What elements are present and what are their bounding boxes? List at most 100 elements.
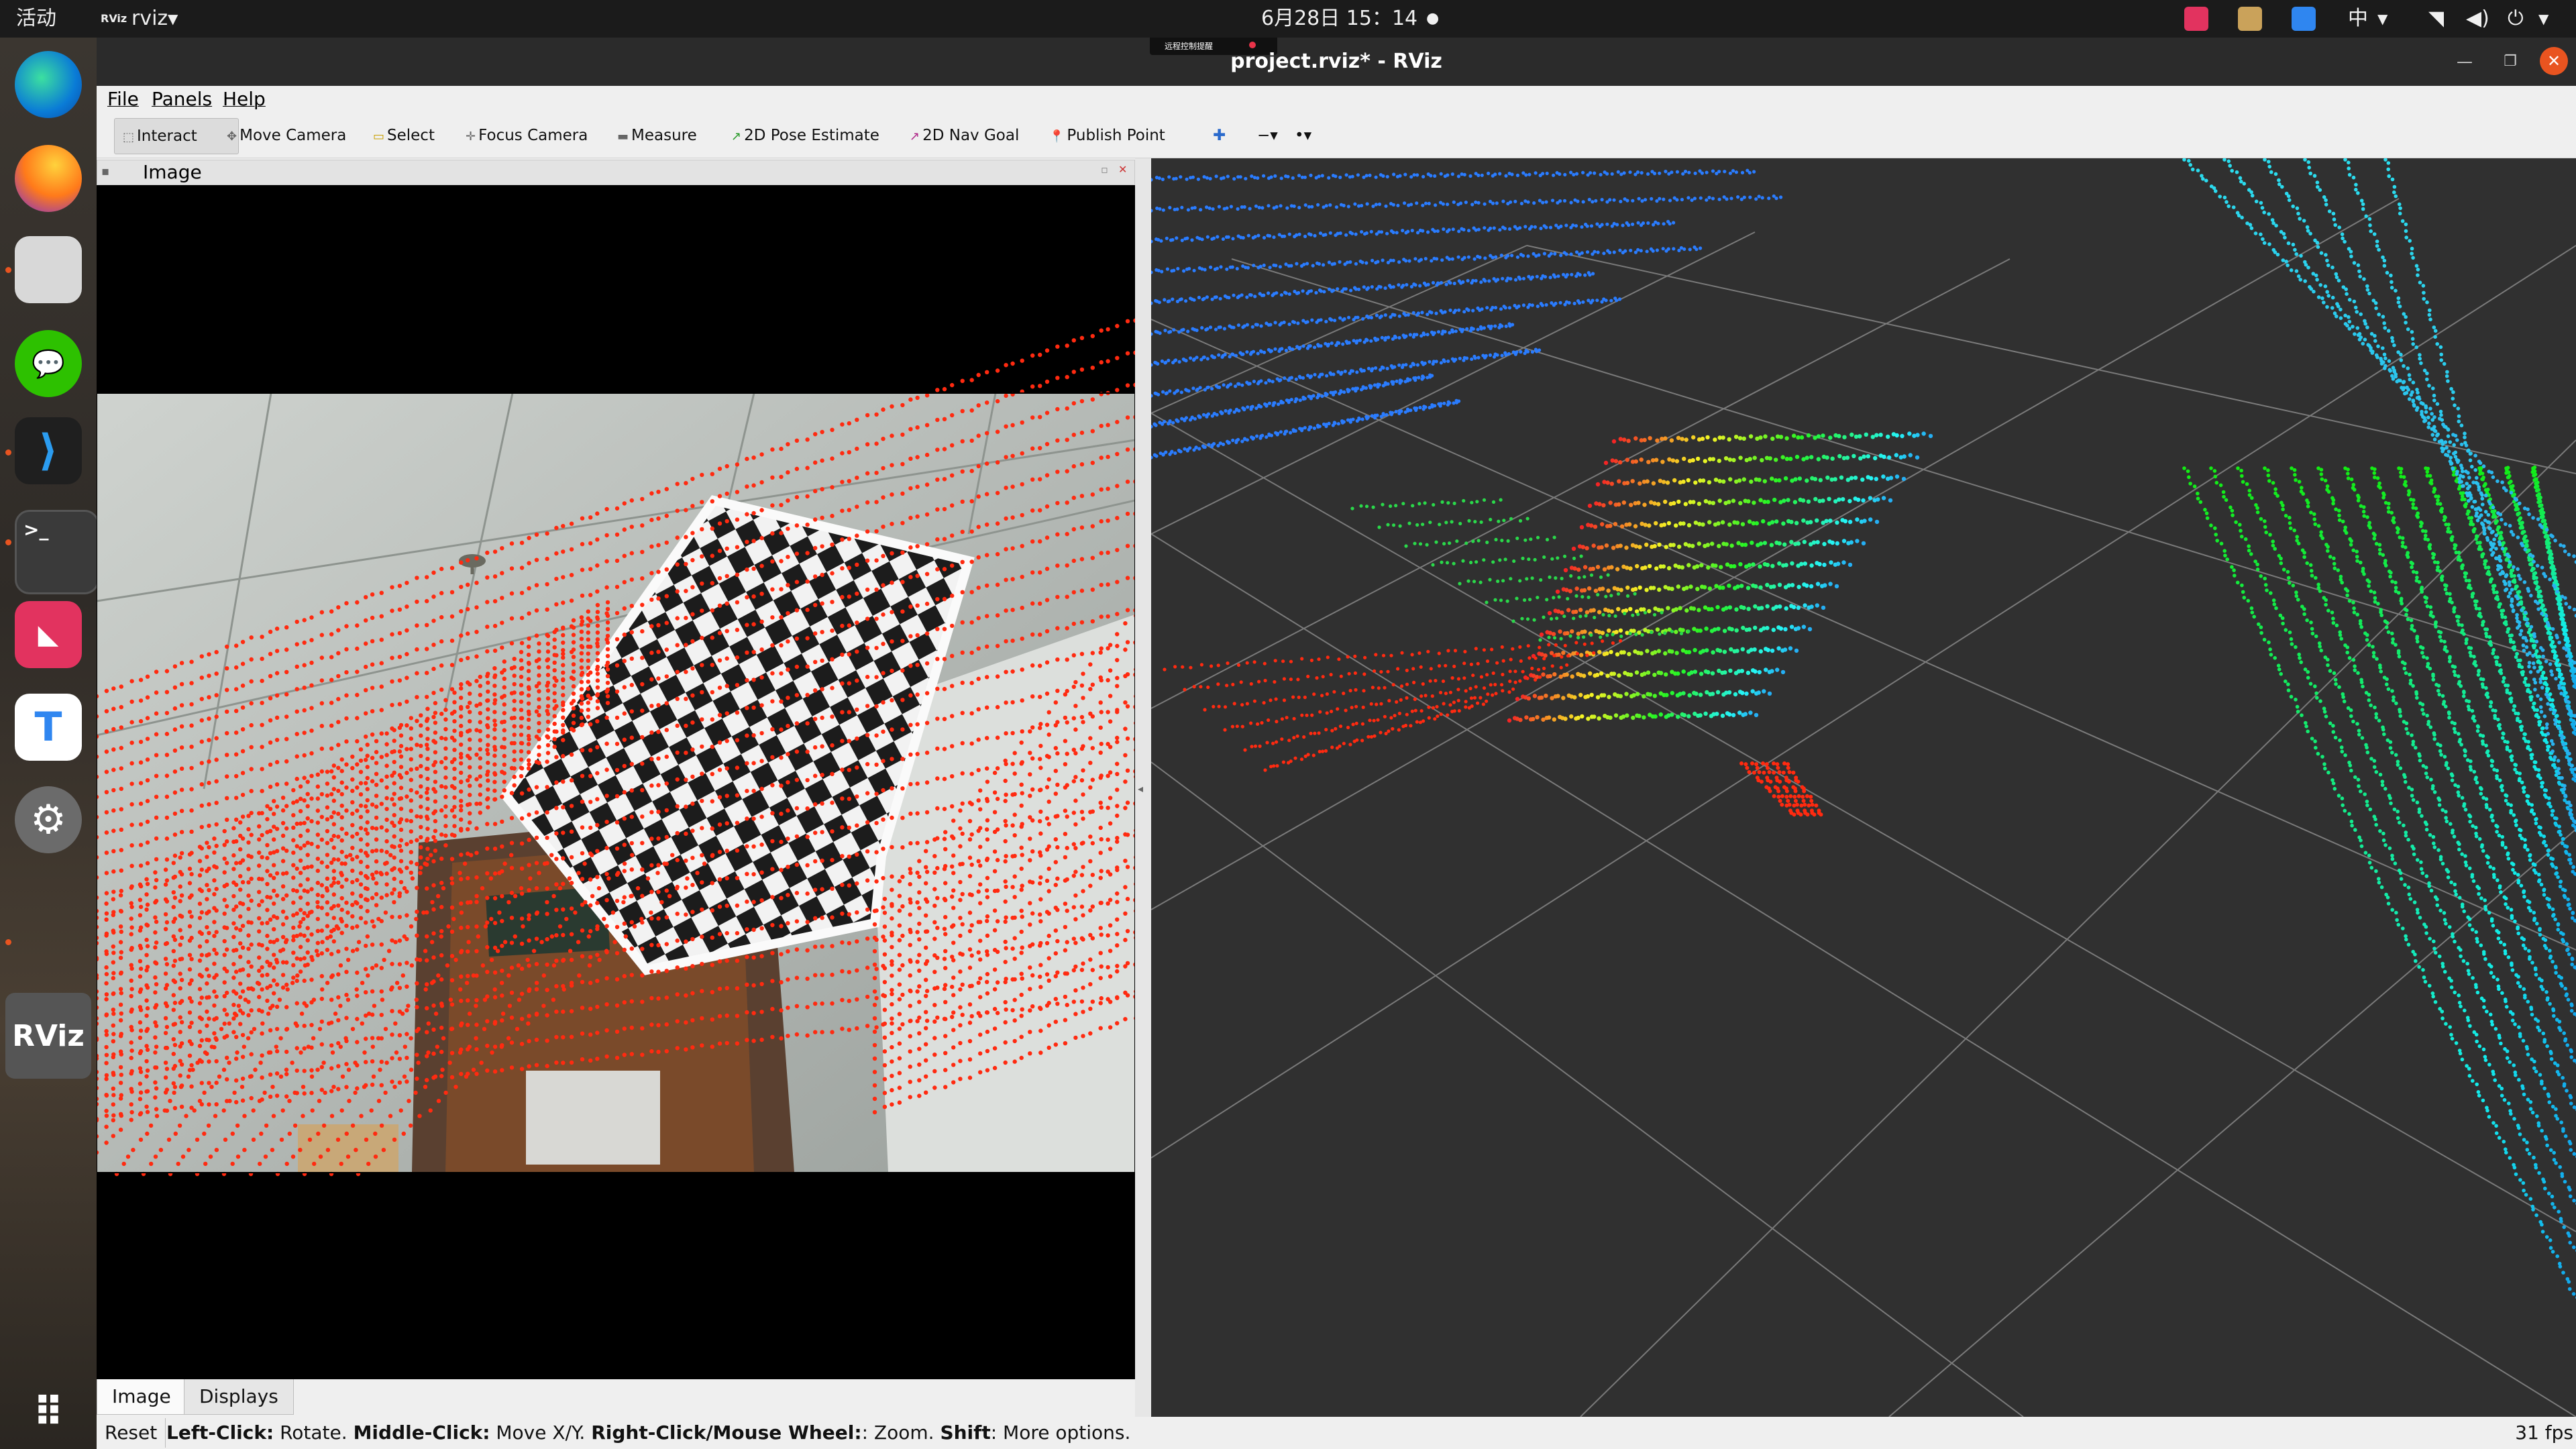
projected-point <box>500 1011 506 1016</box>
projected-point <box>1019 1034 1024 1039</box>
projected-point <box>390 608 394 613</box>
projected-point <box>561 780 566 784</box>
camera-image-view[interactable] <box>97 185 1135 1379</box>
projected-point <box>317 1099 322 1104</box>
projected-point <box>425 826 430 831</box>
tool-properties-icon[interactable]: •▾ <box>1287 118 1320 153</box>
tray-todesk-icon[interactable] <box>2292 7 2316 31</box>
projected-point <box>325 947 330 953</box>
app-red-icon[interactable]: ◣ <box>15 601 82 668</box>
projected-point <box>1012 936 1017 941</box>
activities-button[interactable]: 活动 <box>16 0 56 38</box>
projected-point <box>172 790 178 795</box>
projected-point <box>423 987 428 992</box>
projected-point <box>305 792 310 796</box>
tab-image[interactable]: Image <box>97 1379 186 1415</box>
projected-point <box>425 934 429 939</box>
projected-point <box>805 721 810 726</box>
projected-point <box>759 981 764 987</box>
vscode-icon[interactable]: ⟩ <box>15 417 82 484</box>
projected-point <box>292 1123 298 1128</box>
projected-point <box>735 875 740 881</box>
projected-point <box>1003 1040 1008 1045</box>
projected-point <box>915 841 920 845</box>
projected-point <box>561 1035 566 1040</box>
projected-point <box>449 808 455 813</box>
restore-icon[interactable]: ❐ <box>2498 50 2522 74</box>
firefox-icon[interactable] <box>15 145 82 212</box>
projected-point <box>664 701 669 706</box>
projected-point <box>943 830 948 835</box>
volume-icon[interactable]: ◀) <box>2466 0 2489 38</box>
projected-point <box>969 499 974 504</box>
image-panel-header[interactable]: ▪ Image ▫ ✕ <box>97 160 1135 185</box>
projected-point <box>329 1089 334 1093</box>
3d-render-view[interactable] <box>1149 158 2576 1417</box>
wifi-icon[interactable]: ◥ <box>2428 0 2444 38</box>
scan-point <box>1303 175 1307 179</box>
close-icon[interactable]: ✕ <box>2540 47 2568 75</box>
menu-file[interactable]: File <box>107 86 139 113</box>
panel-close-icon[interactable]: ✕ <box>1118 163 1127 176</box>
rviz-icon[interactable]: RViz <box>5 993 91 1079</box>
tab-displays[interactable]: Displays <box>184 1379 294 1415</box>
minimize-icon[interactable]: — <box>2453 50 2477 74</box>
projected-point <box>365 765 370 769</box>
menu-help[interactable]: Help <box>223 86 266 113</box>
projected-point <box>423 861 427 866</box>
chevron-down-icon[interactable]: ▼ <box>168 0 178 38</box>
input-method-chevron-icon[interactable]: ▼ <box>2377 0 2387 38</box>
projected-point <box>770 895 775 900</box>
projected-point <box>1063 715 1068 720</box>
add-tool-icon[interactable]: ✚ <box>1205 118 1234 153</box>
show-apps-grid-icon[interactable]: ⠿ <box>15 1379 82 1446</box>
projected-point <box>379 755 384 759</box>
projected-point <box>138 966 144 971</box>
power-icon[interactable]: ⏻ <box>2508 0 2524 38</box>
remove-tool-icon[interactable]: −▾ <box>1249 118 1286 153</box>
tool-focus-camera[interactable]: ✛ Focus Camera <box>458 118 596 153</box>
window-titlebar[interactable]: 远程控制提醒 project.rviz* - RViz — ❐ ✕ <box>97 38 2576 86</box>
tool-2d-nav-goal[interactable]: ↗ 2D Nav Goal <box>902 118 1027 153</box>
tool-measure[interactable]: ▬ Measure <box>609 118 705 153</box>
projected-point <box>595 616 600 621</box>
tool-select[interactable]: ▭ Select <box>365 118 443 153</box>
projected-point <box>995 704 1000 710</box>
todesk-icon[interactable]: T <box>15 694 82 761</box>
clock[interactable]: 6月28日 15：14 <box>1261 0 1417 38</box>
system-menu-chevron-icon[interactable]: ▼ <box>2538 0 2548 38</box>
tool-2d-pose-estimate[interactable]: ↗ 2D Pose Estimate <box>723 118 888 153</box>
edge-icon[interactable] <box>15 51 82 118</box>
projected-point <box>1020 420 1024 425</box>
projected-point <box>1004 731 1008 736</box>
input-method-label[interactable]: 中 <box>2348 0 2368 38</box>
projected-point <box>950 443 955 447</box>
projected-point <box>1125 640 1130 645</box>
wechat-icon[interactable]: 💬 <box>15 330 82 397</box>
tray-cat-icon[interactable] <box>2238 7 2262 31</box>
projected-point <box>1099 932 1104 937</box>
tray-app-red-icon[interactable] <box>2184 7 2208 31</box>
projected-point <box>336 1087 341 1091</box>
projected-point <box>246 867 251 871</box>
panel-float-icon[interactable]: ▫ <box>1101 163 1108 176</box>
projected-point <box>897 938 902 943</box>
projected-point <box>392 1085 397 1089</box>
projected-point <box>502 728 506 733</box>
app-menu-label[interactable]: rviz <box>131 0 168 38</box>
projected-point <box>145 737 150 741</box>
projected-point <box>262 1090 267 1095</box>
projected-point <box>223 1137 228 1142</box>
projected-point <box>118 1081 123 1085</box>
menu-panels[interactable]: Panels <box>152 86 212 113</box>
projected-point <box>111 1055 115 1060</box>
projected-point <box>415 814 419 819</box>
terminal-icon[interactable]: >_ <box>15 510 99 594</box>
tool-move-camera[interactable]: ✥ Move Camera <box>219 118 354 153</box>
projected-point <box>595 630 600 635</box>
settings-icon[interactable]: ⚙ <box>15 786 82 853</box>
panel-splitter[interactable]: ◂ <box>1135 158 1151 1417</box>
tool-publish-point[interactable]: 📍 Publish Point <box>1041 118 1173 153</box>
files-icon[interactable] <box>15 236 82 303</box>
panel-collapse-icon[interactable]: ▪ <box>101 164 109 178</box>
